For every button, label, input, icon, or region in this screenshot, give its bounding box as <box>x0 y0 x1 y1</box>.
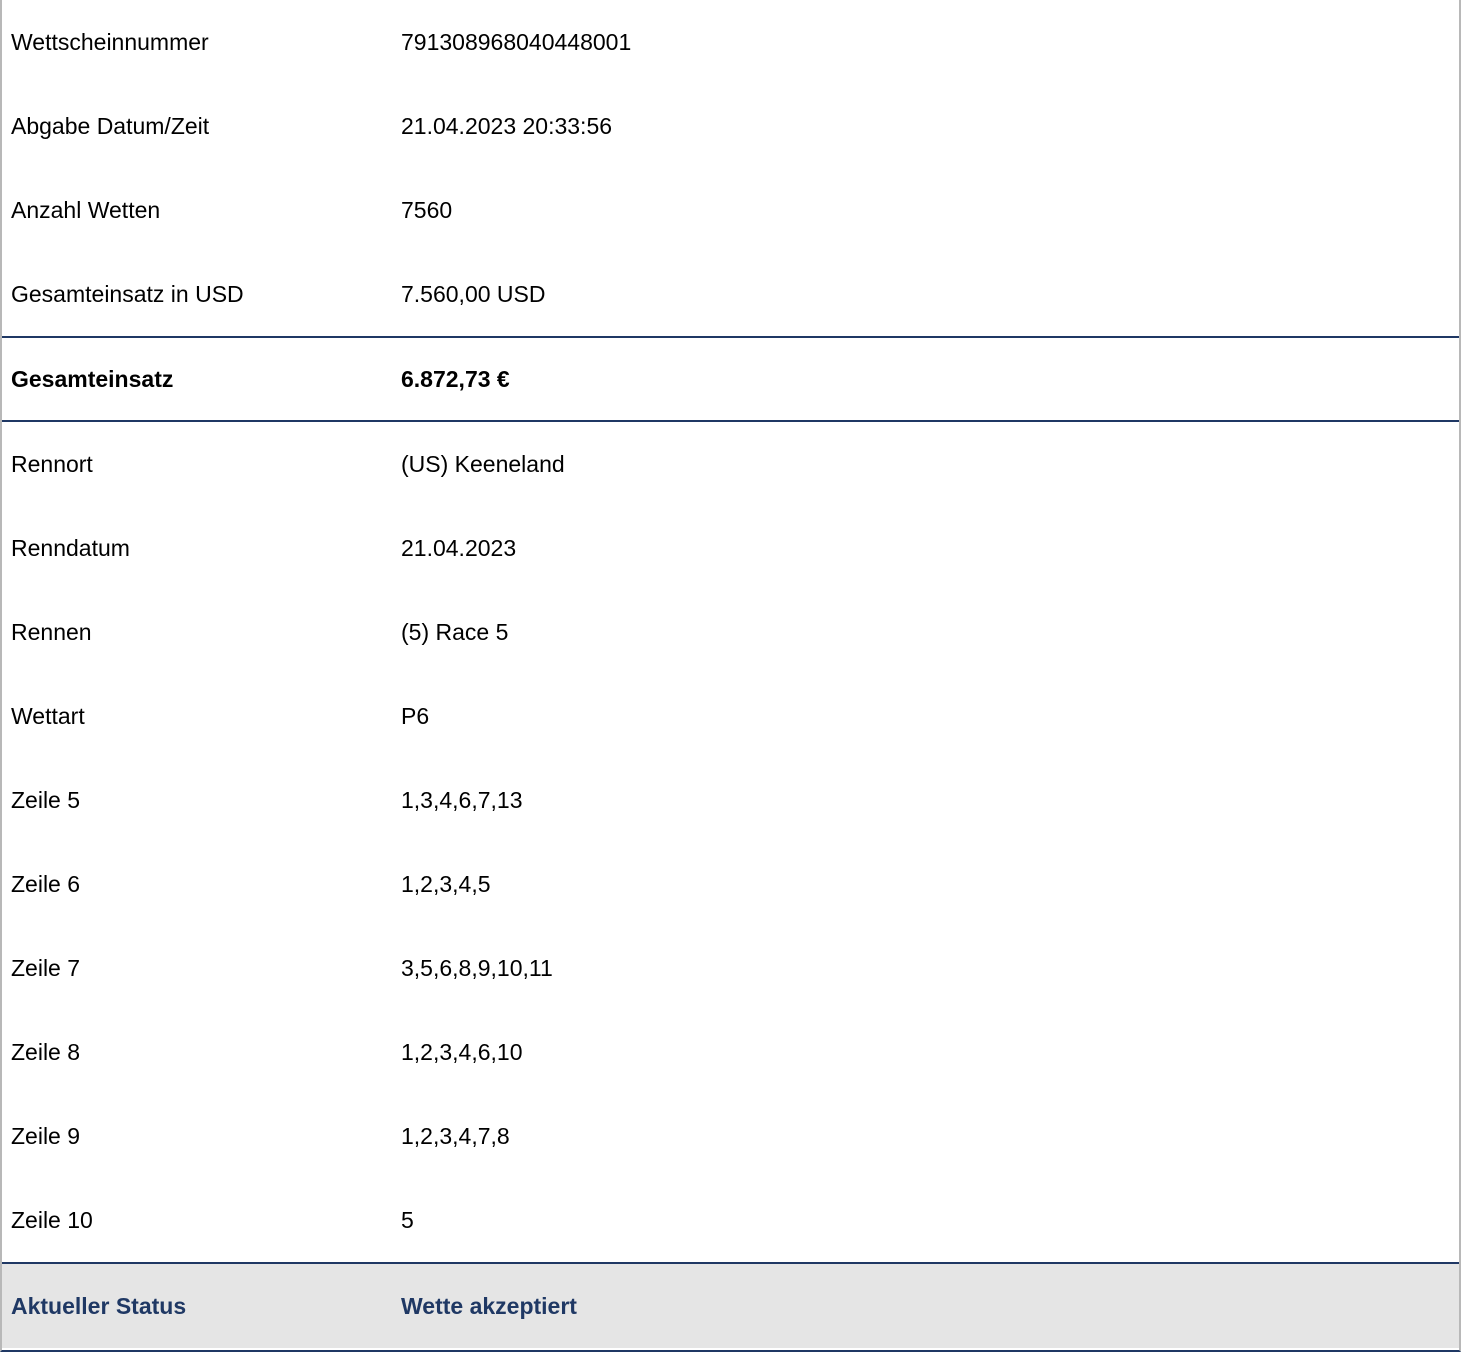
leg-7-value: 3,5,6,8,9,10,11 <box>401 954 553 981</box>
bet-ticket-details: Wettscheinnummer 791308968040448001 Abga… <box>0 0 1461 1352</box>
total-stake-usd-value: 7.560,00 USD <box>401 280 546 307</box>
bet-count-value: 7560 <box>401 196 453 223</box>
row-total-stake-usd: Gesamteinsatz in USD 7.560,00 USD <box>2 252 1459 336</box>
race-date-value: 21.04.2023 <box>401 534 517 561</box>
row-leg-7: Zeile 7 3,5,6,8,9,10,11 <box>2 926 1459 1010</box>
row-submit-datetime: Abgabe Datum/Zeit 21.04.2023 20:33:56 <box>2 84 1459 168</box>
leg-6-label: Zeile 6 <box>11 870 81 897</box>
current-status-label: Aktueller Status <box>11 1292 187 1319</box>
race-venue-value: (US) Keeneland <box>401 450 565 477</box>
total-stake-value: 6.872,73 € <box>401 365 510 392</box>
leg-10-value: 5 <box>401 1206 414 1233</box>
row-current-status: Aktueller Status Wette akzeptiert <box>2 1262 1459 1348</box>
leg-5-value: 1,3,4,6,7,13 <box>401 786 523 813</box>
leg-6-value: 1,2,3,4,5 <box>401 870 491 897</box>
total-stake-usd-label: Gesamteinsatz in USD <box>11 280 244 307</box>
race-label: Rennen <box>11 618 92 645</box>
row-race: Rennen (5) Race 5 <box>2 590 1459 674</box>
row-leg-8: Zeile 8 1,2,3,4,6,10 <box>2 1010 1459 1094</box>
bet-type-label: Wettart <box>11 702 85 729</box>
row-bet-type: Wettart P6 <box>2 674 1459 758</box>
leg-8-value: 1,2,3,4,6,10 <box>401 1038 523 1065</box>
row-race-date: Renndatum 21.04.2023 <box>2 506 1459 590</box>
row-race-venue: Rennort (US) Keeneland <box>2 422 1459 506</box>
row-bet-count: Anzahl Wetten 7560 <box>2 168 1459 252</box>
race-venue-label: Rennort <box>11 450 93 477</box>
submit-datetime-value: 21.04.2023 20:33:56 <box>401 112 613 139</box>
leg-7-label: Zeile 7 <box>11 954 81 981</box>
bet-count-label: Anzahl Wetten <box>11 196 161 223</box>
leg-9-value: 1,2,3,4,7,8 <box>401 1122 510 1149</box>
leg-9-label: Zeile 9 <box>11 1122 81 1149</box>
bet-type-value: P6 <box>401 702 430 729</box>
submit-datetime-label: Abgabe Datum/Zeit <box>11 112 210 139</box>
ticket-number-label: Wettscheinnummer <box>11 28 209 55</box>
total-stake-label: Gesamteinsatz <box>11 365 174 392</box>
row-leg-10: Zeile 10 5 <box>2 1178 1459 1262</box>
race-value: (5) Race 5 <box>401 618 509 645</box>
row-leg-6: Zeile 6 1,2,3,4,5 <box>2 842 1459 926</box>
leg-5-label: Zeile 5 <box>11 786 81 813</box>
row-ticket-number: Wettscheinnummer 791308968040448001 <box>2 0 1459 84</box>
row-leg-9: Zeile 9 1,2,3,4,7,8 <box>2 1094 1459 1178</box>
leg-10-label: Zeile 10 <box>11 1206 93 1233</box>
ticket-number-value: 791308968040448001 <box>401 28 632 55</box>
row-total-stake: Gesamteinsatz 6.872,73 € <box>2 336 1459 422</box>
race-date-label: Renndatum <box>11 534 130 561</box>
leg-8-label: Zeile 8 <box>11 1038 81 1065</box>
status-badge: Wette akzeptiert <box>401 1292 577 1319</box>
row-leg-5: Zeile 5 1,3,4,6,7,13 <box>2 758 1459 842</box>
